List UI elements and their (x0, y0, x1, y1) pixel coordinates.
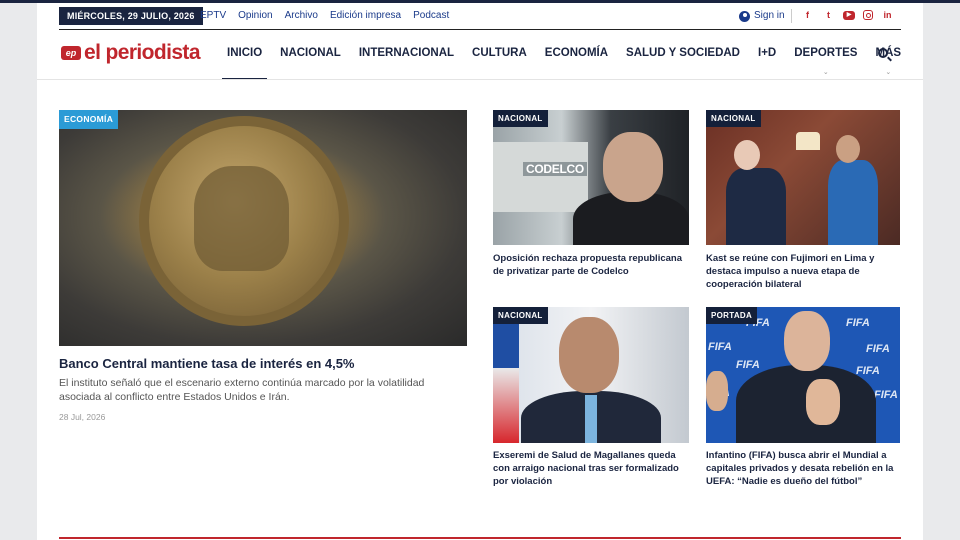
logo-mark: ep (61, 46, 81, 60)
codelco-sign (493, 142, 588, 212)
site-logo[interactable]: ep el periodista (61, 41, 201, 64)
header-divider (59, 29, 901, 30)
person-head (603, 132, 663, 202)
nav-item-economia[interactable]: ECONOMÍA (545, 43, 608, 63)
chevron-down-icon: ⌄ (822, 69, 829, 76)
signin-label: Sign in (754, 10, 785, 21)
fifa-backdrop-text: FIFA (736, 359, 760, 371)
linkedin-icon[interactable]: in (881, 9, 894, 22)
top-links: EPTV Opinion Archivo Edición impresa Pod… (200, 8, 461, 24)
fifa-backdrop-text: FIFA (708, 341, 732, 353)
user-icon (739, 10, 750, 22)
person-head (836, 135, 860, 163)
nav-item-deportes[interactable]: DEPORTES ⌄ (794, 43, 858, 76)
top-link-opinion[interactable]: Opinion (238, 8, 272, 24)
person-body (726, 168, 786, 245)
top-link-eptv[interactable]: EPTV (200, 8, 226, 24)
nav-divider (37, 79, 923, 80)
lamp (796, 132, 820, 150)
page-container: MIÉRCOLES, 29 JULIO, 2026 EPTV Opinion A… (37, 3, 923, 540)
card-image-infantino[interactable]: FIFA FIFA FIFA FIFA FIFA FIFA FIFA FIFA … (706, 307, 900, 443)
main-story-title[interactable]: Banco Central mantiene tasa de interés e… (59, 355, 479, 372)
card-title[interactable]: Kast se reúne con Fujimori en Lima y des… (706, 252, 906, 291)
codelco-sign-text: CODELCO (523, 162, 587, 176)
card-title[interactable]: Infantino (FIFA) busca abrir el Mundial … (706, 449, 906, 488)
chevron-down-icon: ⌄ (885, 69, 892, 76)
main-nav: INICIO NACIONAL INTERNACIONAL CULTURA EC… (221, 43, 919, 80)
category-tag[interactable]: NACIONAL (493, 110, 548, 127)
nav-item-salud-y-sociedad[interactable]: SALUD Y SOCIEDAD (626, 43, 740, 63)
signin-button[interactable]: Sign in (739, 8, 785, 24)
nav-item-internacional[interactable]: INTERNACIONAL (359, 43, 454, 63)
divider (791, 9, 792, 23)
person-head (559, 317, 619, 393)
main-story-date: 28 Jul, 2026 (59, 412, 106, 422)
top-bar: MIÉRCOLES, 29 JULIO, 2026 EPTV Opinion A… (37, 3, 923, 29)
nav-deportes-label: DEPORTES (794, 47, 858, 59)
card-image-exseremi[interactable]: NACIONAL (493, 307, 689, 443)
section-divider (59, 537, 901, 539)
fifa-backdrop-text: FIFA (874, 389, 898, 401)
nav-item-i-d[interactable]: I+D (758, 43, 776, 63)
raised-hand (806, 379, 840, 425)
card-image-kast-fujimori[interactable]: NACIONAL (706, 110, 900, 245)
raised-hand (706, 371, 728, 411)
main-story-image[interactable]: ECONOMÍA (59, 110, 467, 346)
nav-item-nacional[interactable]: NACIONAL (280, 43, 341, 63)
main-story-description: El instituto señaló que el escenario ext… (59, 377, 425, 403)
search-icon[interactable] (878, 48, 888, 58)
category-tag[interactable]: NACIONAL (706, 110, 761, 127)
card-title[interactable]: Exseremi de Salud de Magallanes queda co… (493, 449, 693, 488)
facebook-icon[interactable]: f (801, 9, 814, 22)
person-head (734, 140, 760, 170)
category-tag[interactable]: NACIONAL (493, 307, 548, 324)
instagram-icon[interactable] (863, 10, 873, 20)
top-link-archivo[interactable]: Archivo (285, 8, 318, 24)
person-body (828, 160, 878, 245)
category-tag[interactable]: PORTADA (706, 307, 758, 324)
youtube-icon[interactable]: ▶ (843, 11, 855, 20)
fifa-backdrop-text: FIFA (846, 317, 870, 329)
nav-item-cultura[interactable]: CULTURA (472, 43, 527, 63)
top-link-edicion-impresa[interactable]: Edición impresa (330, 8, 401, 24)
category-tag[interactable]: ECONOMÍA (59, 110, 119, 129)
card-title[interactable]: Oposición rechaza propuesta republicana … (493, 252, 693, 278)
fifa-backdrop-text: FIFA (856, 365, 880, 377)
card-image-codelco[interactable]: CODELCO NACIONAL (493, 110, 689, 245)
flag (493, 307, 519, 443)
top-link-podcast[interactable]: Podcast (413, 8, 449, 24)
date-badge: MIÉRCOLES, 29 JULIO, 2026 (59, 7, 203, 25)
person-head (784, 311, 830, 371)
twitter-icon[interactable]: t (822, 9, 835, 22)
nav-item-inicio[interactable]: INICIO (221, 43, 268, 80)
social-links: f t ▶ in (801, 9, 894, 22)
fifa-backdrop-text: FIFA (866, 343, 890, 355)
tie (585, 395, 597, 443)
coin-image (139, 116, 349, 326)
logo-text: el periodista (84, 41, 201, 64)
